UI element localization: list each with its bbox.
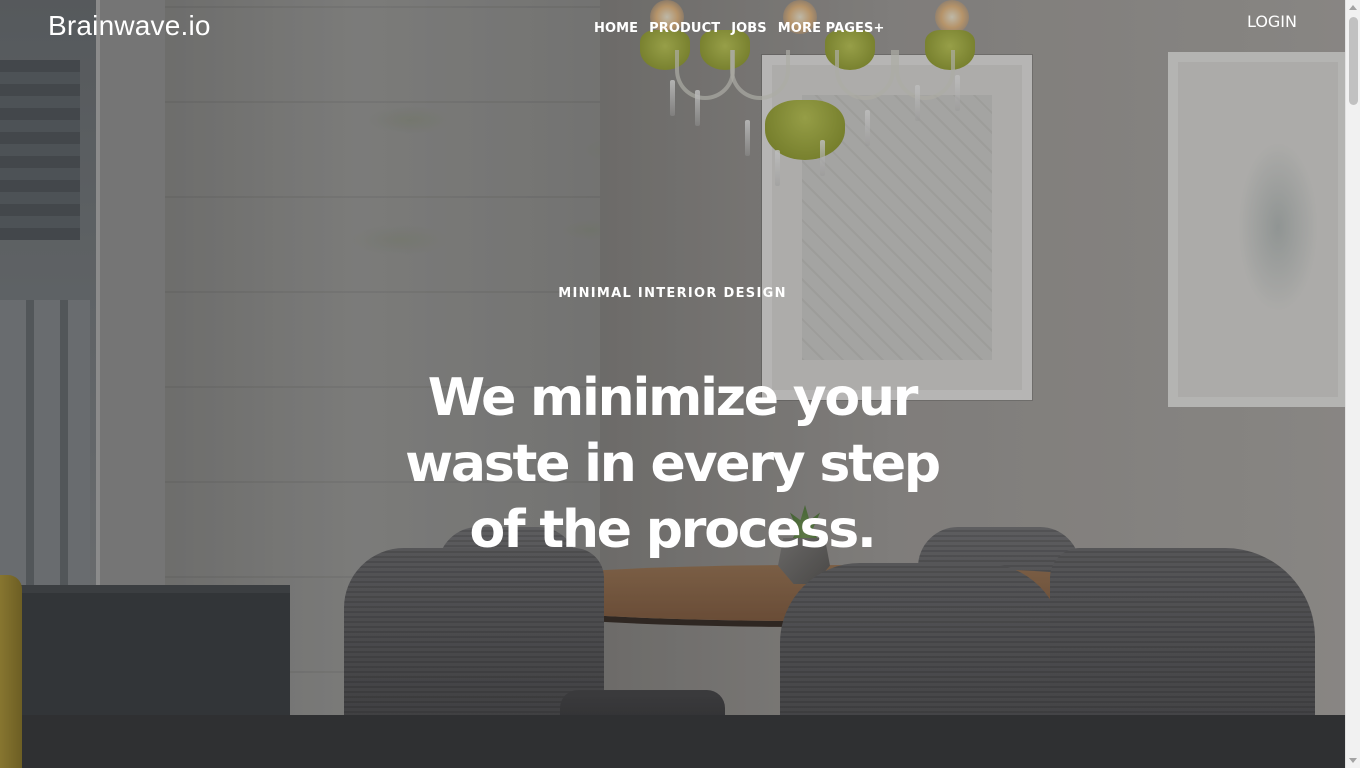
chevron-up-icon[interactable] — [1349, 5, 1357, 10]
main-nav: HOME PRODUCT JOBS MORE PAGES+ — [594, 17, 884, 36]
hero-headline: We minimize your waste in every step of … — [405, 368, 941, 560]
nav-link-jobs[interactable]: JOBS — [731, 21, 767, 36]
hero-eyebrow: MINIMAL INTERIOR DESIGN — [558, 286, 787, 301]
nav-item-home: HOME — [594, 17, 638, 36]
nav-link-product[interactable]: PRODUCT — [649, 21, 720, 36]
nav-item-jobs: JOBS — [731, 17, 767, 36]
brand-logo-link[interactable]: Brainwave.io — [48, 10, 211, 42]
login-link[interactable]: LOGIN — [1247, 12, 1297, 31]
nav-link-more-pages[interactable]: MORE PAGES+ — [778, 21, 885, 36]
nav-item-more-pages: MORE PAGES+ — [778, 17, 885, 36]
scrollbar-thumb[interactable] — [1349, 17, 1358, 105]
nav-link-home[interactable]: HOME — [594, 21, 638, 36]
nav-item-product: PRODUCT — [649, 17, 720, 36]
page-scrollbar[interactable] — [1345, 0, 1360, 768]
chevron-down-icon[interactable] — [1349, 758, 1357, 763]
